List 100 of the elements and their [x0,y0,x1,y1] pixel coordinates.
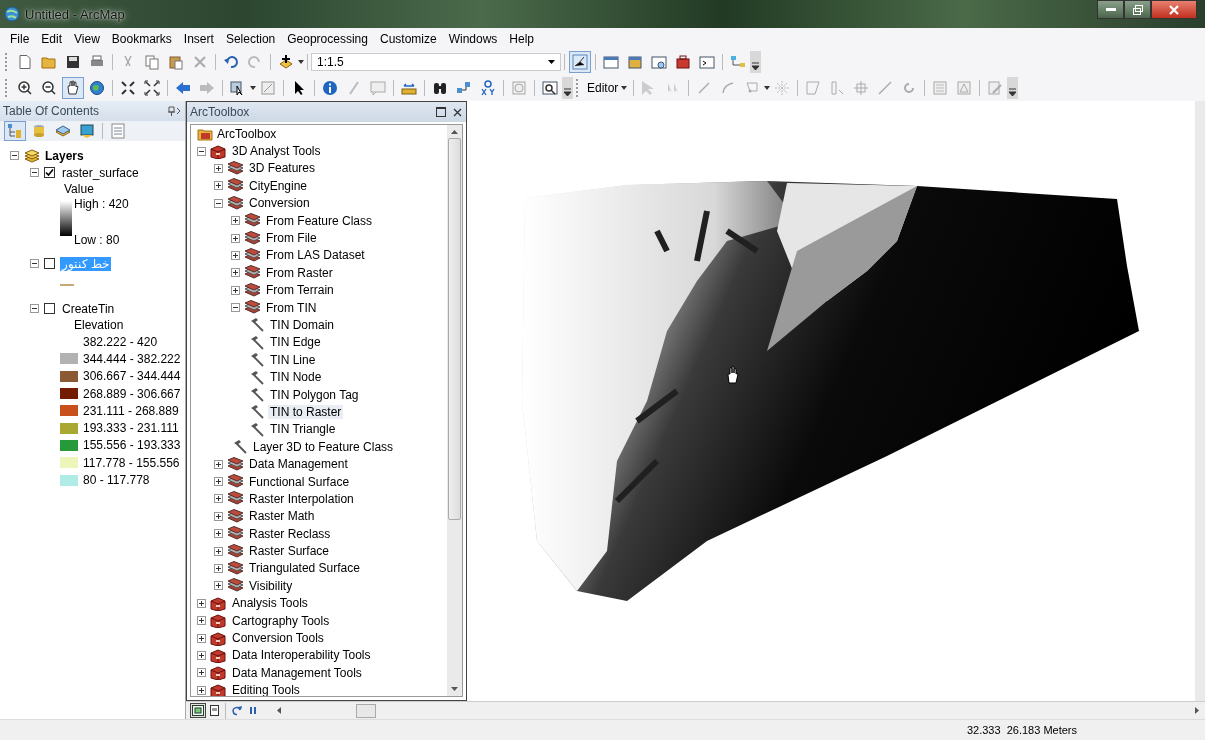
expand-icon[interactable] [231,250,240,260]
restore-button[interactable] [1124,0,1151,19]
toolbox-root-label[interactable]: ArcToolbox [217,126,277,141]
menu-item[interactable]: Windows [442,31,504,46]
toolset-item[interactable]: From Terrain [264,283,336,298]
toolset-item[interactable]: From File [264,231,319,246]
toolset-item[interactable]: 3D Features [247,161,318,176]
scrollbar-thumb[interactable] [356,703,376,718]
toolset-item[interactable]: From Feature Class [264,213,375,228]
toolbar-options-button[interactable] [750,51,761,73]
expand-icon[interactable] [214,563,223,573]
checkbox[interactable] [44,258,55,269]
expand-icon[interactable] [231,216,240,226]
expand-icon[interactable] [214,546,223,556]
menu-item[interactable]: File [4,31,36,46]
menu-item[interactable]: Insert [177,31,220,46]
refresh-button[interactable] [229,703,245,718]
expand-icon[interactable] [231,233,240,243]
tool-item[interactable]: TIN Triangle [268,422,338,437]
toolset-item[interactable]: Visibility [247,578,295,593]
collapse-icon[interactable] [197,146,206,156]
expand-icon[interactable] [214,529,223,539]
scroll-up-icon[interactable] [451,130,458,134]
toolset-item[interactable]: Raster Interpolation [247,491,356,506]
toolbox-item[interactable]: Conversion Tools [230,631,326,645]
menu-item[interactable]: Bookmarks [105,31,178,46]
menu-item[interactable]: Edit [35,31,69,46]
expand-icon[interactable] [214,581,223,591]
editor-menu[interactable]: Editor [584,77,631,99]
minimize-button[interactable] [1097,0,1124,19]
expand-icon[interactable] [214,163,223,173]
menu-item[interactable]: View [68,31,106,46]
collapse-icon[interactable] [10,151,19,160]
scroll-down-icon[interactable] [451,687,458,691]
menu-item[interactable]: Customize [373,31,443,46]
toolbox-item[interactable]: Analysis Tools [230,596,310,611]
toolbar-options-button[interactable] [562,77,573,99]
map-view[interactable] [467,101,1195,701]
pin-icon[interactable] [167,106,181,116]
pan-hand-button[interactable] [62,77,84,99]
close-button[interactable] [1151,0,1197,19]
list-by-drawing-order-button[interactable] [4,121,26,141]
menu-item[interactable]: Geoprocessing [281,31,374,46]
collapse-icon[interactable] [30,304,39,313]
toolset-item[interactable]: Functional Surface [247,474,352,489]
expand-icon[interactable] [197,650,206,660]
toolbox-item[interactable]: Data Interoperability Tools [230,648,373,663]
collapse-icon[interactable] [214,198,223,208]
data-view-button[interactable] [190,703,206,718]
expand-icon[interactable] [197,633,206,643]
toolset-item[interactable]: Data Management [247,457,350,472]
editor-toolbar-button[interactable] [569,51,591,73]
vertical-scrollbar[interactable] [447,125,462,696]
fixed-zoom-out-button[interactable] [141,77,163,99]
close-icon[interactable] [453,107,462,117]
checkbox[interactable] [44,303,55,314]
collapse-icon[interactable] [30,259,39,268]
collapse-icon[interactable] [30,168,39,177]
vertical-scrollbar[interactable] [1195,101,1205,701]
tool-item[interactable]: TIN Domain [268,318,336,332]
expand-icon[interactable] [231,285,240,295]
toolbox-item[interactable]: Data Management Tools [230,665,364,680]
tool-item[interactable]: TIN Polygon Tag [268,387,361,402]
toolset-item[interactable]: Raster Math [247,509,317,524]
layer-name[interactable]: raster_surface [60,165,141,180]
expand-icon[interactable] [214,181,223,191]
scrollbar-thumb[interactable] [448,138,461,520]
toolset-item[interactable]: Conversion [247,196,312,211]
toolset-item[interactable]: Raster Surface [247,544,332,559]
toolbar-options-button[interactable] [1007,77,1019,99]
layer-name[interactable]: CreateTin [60,301,117,316]
maximize-icon[interactable] [436,107,446,117]
tool-item[interactable]: TIN Node [268,370,324,385]
tool-item[interactable]: Layer 3D to Feature Class [251,439,396,454]
scroll-left-icon[interactable] [277,707,281,714]
expand-icon[interactable] [197,668,206,678]
expand-icon[interactable] [214,511,223,521]
toolbox-item[interactable]: 3D Analyst Tools [230,144,323,159]
tool-item[interactable]: TIN Edge [268,335,323,350]
layer-group-label[interactable]: Layers [45,148,84,163]
expand-icon[interactable] [197,685,206,695]
menu-item[interactable]: Selection [219,31,282,46]
toolset-item[interactable]: Raster Reclass [247,526,333,541]
expand-icon[interactable] [231,268,240,278]
collapse-icon[interactable] [231,303,240,313]
toolset-item[interactable]: CityEngine [247,178,310,193]
tool-item[interactable]: TIN to Raster [268,404,344,419]
expand-icon[interactable] [214,494,223,504]
expand-icon[interactable] [214,477,223,486]
toolset-item[interactable]: From LAS Dataset [264,248,367,263]
expand-icon[interactable] [214,459,223,469]
menu-item[interactable]: Help [503,31,541,46]
scale-dropdown[interactable]: 1:1.5 [311,53,561,71]
toolset-item[interactable]: Triangulated Surface [247,561,362,576]
toolset-item[interactable]: From TIN [264,300,319,315]
tool-item[interactable]: TIN Line [268,352,318,367]
checkbox[interactable] [44,167,55,178]
toolset-item[interactable]: From Raster [264,265,335,280]
expand-icon[interactable] [197,598,206,608]
toolbox-item[interactable]: Cartography Tools [230,613,332,628]
